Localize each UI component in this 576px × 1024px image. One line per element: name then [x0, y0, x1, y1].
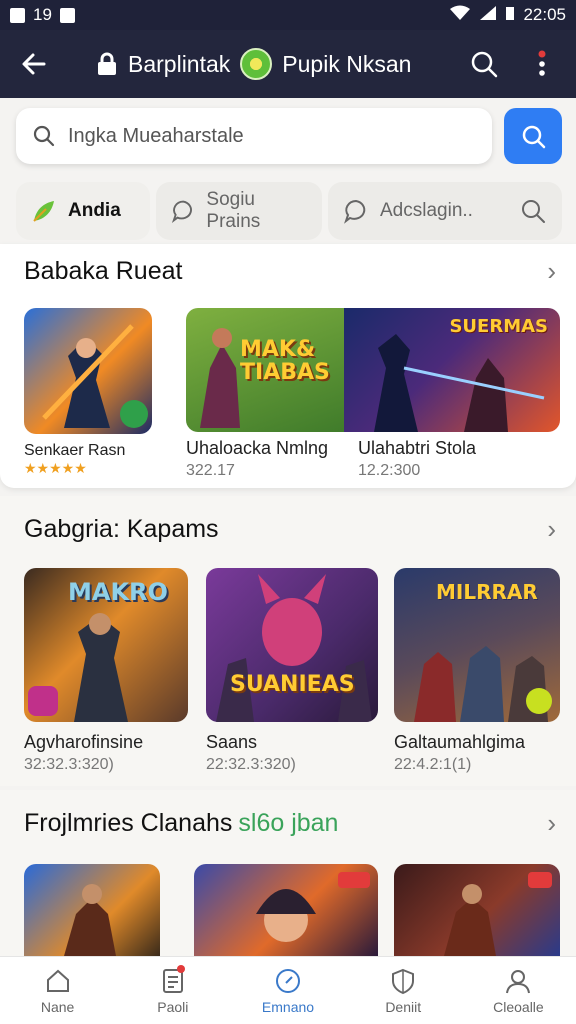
game-tile[interactable] — [394, 864, 560, 956]
app-title: Barplintak Pupik Nksan — [96, 48, 411, 80]
game-art-title: MILRRAR — [436, 580, 538, 604]
nav-item-home[interactable]: Nane — [0, 957, 115, 1024]
back-button[interactable] — [14, 44, 54, 84]
game-meta: 22:32.3:320) — [206, 756, 296, 773]
chevron-right-icon: › — [547, 808, 556, 838]
chip-sogiu-prains[interactable]: Sogiu Prains — [156, 182, 322, 240]
signal-icon — [479, 5, 497, 26]
wifi-icon — [449, 5, 471, 26]
game-tile[interactable]: MAKRO — [24, 568, 188, 722]
search-icon — [33, 125, 55, 147]
back-arrow-icon — [22, 53, 46, 75]
tag-icon — [338, 872, 370, 888]
tag-icon — [528, 872, 552, 888]
game-meta: 32:32.3:320) — [24, 756, 114, 773]
chip-label: Andia — [68, 200, 121, 221]
lock-icon — [98, 52, 116, 75]
game-meta: 22:4.2:1(1) — [394, 756, 472, 773]
section-featured: Babaka Rueat › Senkaer Rasn ★★★★★ MAK& T… — [0, 244, 576, 488]
more-vertical-icon — [538, 50, 546, 76]
app-bar: Barplintak Pupik Nksan — [0, 30, 576, 98]
chip-label: Sogiu Prains — [206, 189, 261, 232]
chip-label: Adcslagin.. — [380, 200, 473, 221]
status-left-text: 19 — [33, 5, 52, 24]
game-art — [64, 884, 116, 956]
bottom-navigation: Nane Paoli Emnano Deniit Cleoalle — [0, 956, 576, 1024]
nav-label: Paoli — [157, 998, 189, 1015]
status-time: 22:05 — [523, 5, 566, 24]
search-bar: Ingka Mueaharstale — [16, 108, 562, 164]
search-icon — [522, 125, 546, 149]
section-more: Frojlmries Clanahs sl6o jban › — [0, 790, 576, 956]
game-art-title: SUANIEAS — [230, 672, 355, 697]
nav-label: Emnano — [261, 998, 315, 1015]
title-right: Pupik Nksan — [282, 50, 412, 77]
filter-chips: Andia Sogiu Prains Adcslagin.. — [16, 182, 562, 240]
game-tile[interactable]: SUERMAS — [344, 308, 560, 432]
section-header[interactable]: Babaka Rueat › — [24, 256, 556, 287]
more-menu-button[interactable] — [522, 44, 562, 84]
chip-andia[interactable]: Andia — [16, 182, 150, 240]
app-badge-icon — [526, 688, 552, 714]
game-tile[interactable]: SUANIEAS — [206, 568, 378, 722]
app-logo-icon — [240, 48, 273, 80]
chat-icon — [171, 200, 192, 223]
game-art-title: MAK& TIABAS — [240, 337, 330, 386]
home-icon — [46, 969, 69, 992]
game-name: Saans — [206, 732, 258, 752]
search-button[interactable] — [464, 44, 504, 84]
chevron-right-icon: › — [547, 514, 556, 544]
game-name: Ulahabtri Stola — [358, 438, 477, 458]
game-art-title: MAKRO — [68, 578, 168, 606]
search-icon — [522, 200, 545, 223]
game-name: Senkaer Rasn — [24, 442, 126, 459]
chevron-right-icon: › — [547, 256, 556, 286]
section-header[interactable]: Gabgria: Kapams › — [24, 514, 556, 545]
notification-icon — [10, 7, 25, 23]
install-badge-icon — [120, 400, 148, 428]
game-tile[interactable]: MILRRAR — [394, 568, 560, 722]
nav-item-emnano[interactable]: Emnano — [230, 957, 345, 1024]
game-tile[interactable]: MAK& TIABAS — [186, 308, 358, 432]
shield-icon — [392, 968, 415, 994]
nav-item-deniit[interactable]: Deniit — [346, 957, 461, 1024]
game-tile[interactable] — [194, 864, 378, 956]
game-name: Uhaloacka Nmlng — [186, 438, 329, 458]
game-tile[interactable] — [24, 308, 152, 434]
game-name: Galtaumahlgima — [394, 732, 526, 752]
section-title: Babaka Rueat — [24, 257, 183, 285]
section-title: Gabgria: Kapams — [24, 515, 219, 543]
game-tile[interactable] — [24, 864, 160, 956]
battery-icon — [505, 5, 515, 26]
search-icon — [471, 51, 498, 78]
chip-adcslagin[interactable]: Adcslagin.. — [328, 182, 562, 240]
section-header[interactable]: Frojlmries Clanahs sl6o jban › — [24, 808, 556, 839]
section-title: Frojlmries Clanahs — [24, 809, 233, 837]
nav-label: Cleoalle — [493, 998, 544, 1015]
section-title-accent: sl6o jban — [238, 809, 339, 837]
person-icon — [506, 969, 531, 993]
title-left: Barplintak — [128, 50, 231, 77]
game-art — [216, 574, 372, 722]
search-placeholder: Ingka Mueaharstale — [68, 124, 244, 147]
nav-item-cleoalle[interactable]: Cleoalle — [461, 957, 576, 1024]
game-art-title: SUERMAS — [449, 316, 548, 337]
chat-icon — [344, 199, 366, 224]
section-category: Gabgria: Kapams › MAKRO Agvharofinsine 3… — [0, 496, 576, 786]
rating-stars: ★★★★★ — [24, 460, 87, 476]
nav-label: Nane — [40, 998, 75, 1015]
game-name: Agvharofinsine — [24, 732, 144, 752]
nav-label: Deniit — [385, 998, 422, 1015]
mail-icon — [59, 7, 75, 23]
app-badge-icon — [28, 686, 58, 716]
search-submit-button[interactable] — [504, 108, 562, 164]
compass-icon — [276, 968, 300, 993]
search-input[interactable]: Ingka Mueaharstale — [16, 108, 492, 164]
nav-item-paoli[interactable]: Paoli — [115, 957, 230, 1024]
leaf-icon — [33, 201, 54, 222]
game-meta: 322.17 — [186, 462, 235, 479]
game-meta: 12.2:300 — [358, 462, 421, 479]
status-bar: 19 22:05 — [0, 0, 576, 30]
